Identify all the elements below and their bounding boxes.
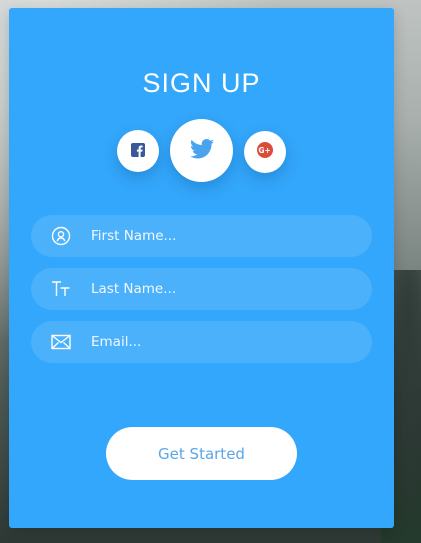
google-plus-button[interactable]: G+	[244, 131, 286, 173]
twitter-icon	[189, 138, 214, 163]
page-title: SIGN UP	[142, 68, 261, 98]
first-name-input[interactable]	[91, 215, 351, 257]
google-plus-icon: G+	[257, 142, 273, 162]
facebook-button[interactable]	[117, 130, 159, 172]
facebook-icon	[131, 142, 145, 161]
get-started-button[interactable]: Get Started	[106, 427, 297, 480]
user-circle-icon	[51, 226, 71, 246]
svg-text:G+: G+	[258, 146, 270, 155]
last-name-input[interactable]	[91, 268, 351, 310]
email-input[interactable]	[91, 321, 351, 363]
twitter-button[interactable]	[170, 119, 233, 182]
email-field[interactable]	[31, 321, 372, 363]
text-size-icon	[51, 279, 71, 299]
envelope-icon	[51, 332, 71, 352]
first-name-field[interactable]	[31, 215, 372, 257]
signup-card: SIGN UP G+ First Name... Last Name... Em…	[9, 8, 394, 528]
last-name-field[interactable]	[31, 268, 372, 310]
